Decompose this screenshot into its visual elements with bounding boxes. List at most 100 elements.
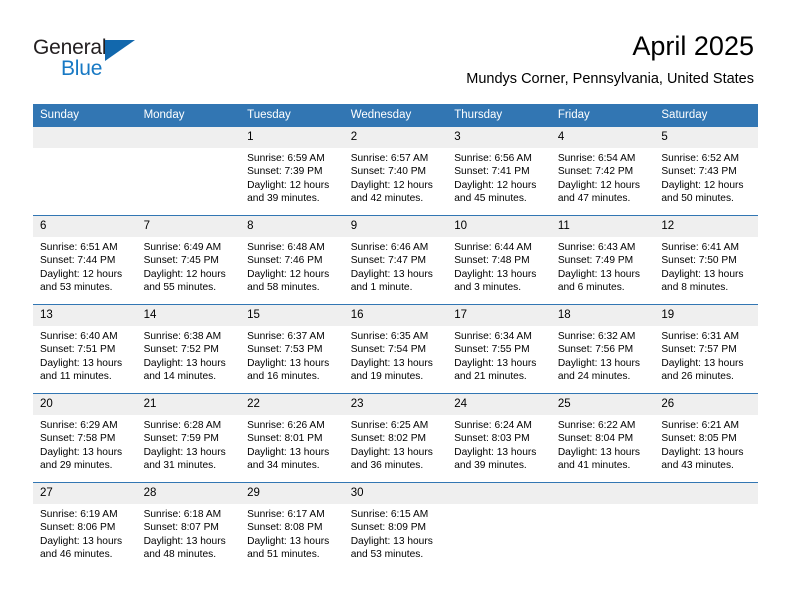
calendar-day-cell[interactable]: 18 Sunrise: 6:32 AM Sunset: 7:56 PM Dayligh… (550, 304, 655, 394)
day-sun-info: Sunrise: 6:44 AM Sunset: 7:48 PM Daylight:… (447, 237, 551, 294)
calendar-day-cell[interactable]: 28 Sunrise: 6:18 AM Sunset: 8:07 PM Dayligh… (136, 482, 241, 572)
day-number: 29 (240, 483, 344, 504)
daylight-text: Daylight: 13 hours and 51 minutes. (247, 535, 330, 560)
calendar-day-cell[interactable]: 9 Sunrise: 6:46 AM Sunset: 7:47 PM Daylight… (343, 215, 448, 305)
calendar-day-cell[interactable]: 23 Sunrise: 6:25 AM Sunset: 8:02 PM Dayligh… (343, 393, 448, 483)
calendar-day-cell[interactable]: 19 Sunrise: 6:31 AM Sunset: 7:57 PM Dayligh… (654, 304, 758, 394)
sunrise-text: Sunrise: 6:34 AM (454, 331, 532, 342)
day-number (447, 483, 551, 504)
calendar-day-cell[interactable]: 8 Sunrise: 6:48 AM Sunset: 7:46 PM Daylight… (240, 215, 344, 305)
daylight-text: Daylight: 12 hours and 45 minutes. (454, 179, 537, 204)
calendar-day-cell[interactable]: 2 Sunrise: 6:57 AM Sunset: 7:40 PM Daylight… (343, 126, 448, 216)
sunset-text: Sunset: 7:54 PM (350, 344, 427, 356)
calendar-day-cell[interactable]: 26 Sunrise: 6:21 AM Sunset: 8:05 PM Dayligh… (654, 393, 758, 483)
calendar-day-cell[interactable]: 22 Sunrise: 6:26 AM Sunset: 8:01 PM Dayligh… (240, 393, 344, 483)
day-number (550, 483, 655, 504)
calendar-day-cell[interactable]: 7 Sunrise: 6:49 AM Sunset: 7:45 PM Daylight… (136, 215, 241, 305)
day-sun-info: Sunrise: 6:22 AM Sunset: 8:04 PM Daylight:… (551, 415, 655, 472)
daylight-text: Daylight: 13 hours and 53 minutes. (350, 535, 433, 560)
calendar-day-cell[interactable]: 27 Sunrise: 6:19 AM Sunset: 8:06 PM Dayligh… (33, 482, 137, 572)
daylight-text: Daylight: 13 hours and 43 minutes. (661, 446, 744, 471)
calendar-week-row: 20 Sunrise: 6:29 AM Sunset: 7:58 PM Dayligh… (33, 393, 758, 483)
calendar-day-cell[interactable]: 6 Sunrise: 6:51 AM Sunset: 7:44 PM Daylight… (33, 215, 137, 305)
daylight-text: Daylight: 13 hours and 39 minutes. (454, 446, 537, 471)
sunrise-text: Sunrise: 6:38 AM (143, 331, 222, 342)
calendar-day-cell[interactable]: 14 Sunrise: 6:38 AM Sunset: 7:52 PM Dayligh… (136, 304, 241, 394)
day-number: 17 (447, 305, 551, 326)
calendar-day-cell[interactable]: 11 Sunrise: 6:43 AM Sunset: 7:49 PM Dayligh… (550, 215, 655, 305)
weekday-header-wednesday: Wednesday (343, 104, 448, 127)
sunrise-text: Sunrise: 6:17 AM (247, 509, 325, 520)
daylight-text: Daylight: 12 hours and 42 minutes. (350, 179, 433, 204)
sunset-text: Sunset: 8:05 PM (661, 433, 737, 445)
sunset-text: Sunset: 7:47 PM (350, 255, 427, 267)
sunrise-sunset-calendar: Sunday Monday Tuesday Wednesday Thursday Frid… (33, 104, 758, 572)
daylight-text: Daylight: 12 hours and 58 minutes. (247, 268, 330, 293)
day-sun-info: Sunrise: 6:25 AM Sunset: 8:02 PM Daylight:… (344, 415, 448, 472)
day-sun-info: Sunrise: 6:34 AM Sunset: 7:55 PM Daylight:… (447, 326, 551, 383)
calendar-day-cell[interactable]: 4 Sunrise: 6:54 AM Sunset: 7:42 PM Daylight… (550, 126, 655, 216)
calendar-day-cell[interactable]: 29 Sunrise: 6:17 AM Sunset: 8:08 PM Dayligh… (240, 482, 344, 572)
calendar-week-row: 27 Sunrise: 6:19 AM Sunset: 8:06 PM Dayligh… (33, 482, 758, 572)
generalblue-logo[interactable]: General Blue (33, 36, 153, 84)
day-number: 2 (343, 127, 448, 148)
sunrise-text: Sunrise: 6:52 AM (661, 153, 739, 164)
day-number: 10 (447, 216, 551, 237)
calendar-day-cell-empty (136, 126, 241, 216)
calendar-day-cell[interactable]: 30 Sunrise: 6:15 AM Sunset: 8:09 PM Dayligh… (343, 482, 448, 572)
weekday-header-thursday: Thursday (447, 104, 551, 127)
weekday-header-monday: Monday (136, 104, 241, 127)
daylight-text: Daylight: 12 hours and 55 minutes. (143, 268, 226, 293)
day-sun-info: Sunrise: 6:32 AM Sunset: 7:56 PM Daylight:… (551, 326, 655, 383)
day-sun-info: Sunrise: 6:48 AM Sunset: 7:46 PM Daylight:… (240, 237, 344, 294)
daylight-text: Daylight: 13 hours and 21 minutes. (454, 357, 537, 382)
sunrise-text: Sunrise: 6:40 AM (40, 331, 118, 342)
calendar-day-cell[interactable]: 20 Sunrise: 6:29 AM Sunset: 7:58 PM Dayligh… (33, 393, 137, 483)
calendar-day-cell[interactable]: 24 Sunrise: 6:24 AM Sunset: 8:03 PM Dayligh… (447, 393, 551, 483)
calendar-day-cell[interactable]: 25 Sunrise: 6:22 AM Sunset: 8:04 PM Dayligh… (550, 393, 655, 483)
daylight-text: Daylight: 13 hours and 1 minute. (350, 268, 433, 293)
day-number: 24 (447, 394, 551, 415)
sunset-text: Sunset: 7:39 PM (247, 166, 323, 178)
sunset-text: Sunset: 7:42 PM (557, 166, 634, 178)
calendar-day-cell-empty (33, 126, 137, 216)
day-number: 19 (654, 305, 758, 326)
sunset-text: Sunset: 7:57 PM (661, 344, 737, 356)
day-sun-info: Sunrise: 6:29 AM Sunset: 7:58 PM Daylight:… (33, 415, 137, 472)
day-number: 7 (136, 216, 241, 237)
sunset-text: Sunset: 7:53 PM (247, 344, 323, 356)
day-number: 18 (550, 305, 655, 326)
calendar-day-cell[interactable]: 10 Sunrise: 6:44 AM Sunset: 7:48 PM Dayligh… (447, 215, 551, 305)
title-block: April 2025 Mundys Corner, Pennsylvania, … (466, 30, 754, 88)
sunset-text: Sunset: 8:01 PM (247, 433, 323, 445)
daylight-text: Daylight: 12 hours and 53 minutes. (40, 268, 123, 293)
daylight-text: Daylight: 13 hours and 34 minutes. (247, 446, 330, 471)
sunrise-text: Sunrise: 6:59 AM (247, 153, 325, 164)
daylight-text: Daylight: 13 hours and 14 minutes. (143, 357, 226, 382)
sunrise-text: Sunrise: 6:35 AM (350, 331, 429, 342)
day-sun-info: Sunrise: 6:17 AM Sunset: 8:08 PM Daylight:… (240, 504, 344, 561)
calendar-day-cell[interactable]: 3 Sunrise: 6:56 AM Sunset: 7:41 PM Daylight… (447, 126, 551, 216)
calendar-day-cell[interactable]: 16 Sunrise: 6:35 AM Sunset: 7:54 PM Dayligh… (343, 304, 448, 394)
day-number: 26 (654, 394, 758, 415)
calendar-day-cell[interactable]: 12 Sunrise: 6:41 AM Sunset: 7:50 PM Dayligh… (654, 215, 758, 305)
calendar-day-cell[interactable]: 1 Sunrise: 6:59 AM Sunset: 7:39 PM Daylight… (240, 126, 344, 216)
page-header: General Blue April 2025 Mundys Corner, P… (0, 0, 792, 100)
calendar-day-cell[interactable]: 15 Sunrise: 6:37 AM Sunset: 7:53 PM Dayligh… (240, 304, 344, 394)
calendar-day-cell[interactable]: 17 Sunrise: 6:34 AM Sunset: 7:55 PM Dayligh… (447, 304, 551, 394)
sunrise-text: Sunrise: 6:41 AM (661, 242, 739, 253)
calendar-week-row: 13 Sunrise: 6:40 AM Sunset: 7:51 PM Dayligh… (33, 304, 758, 394)
day-number: 12 (654, 216, 758, 237)
sunset-text: Sunset: 7:52 PM (143, 344, 219, 356)
location-subtitle: Mundys Corner, Pennsylvania, United Stat… (466, 71, 754, 87)
calendar-day-cell[interactable]: 21 Sunrise: 6:28 AM Sunset: 7:59 PM Dayligh… (136, 393, 241, 483)
calendar-day-cell[interactable]: 5 Sunrise: 6:52 AM Sunset: 7:43 PM Daylight… (654, 126, 758, 216)
day-sun-info: Sunrise: 6:49 AM Sunset: 7:45 PM Daylight:… (137, 237, 241, 294)
daylight-text: Daylight: 13 hours and 26 minutes. (661, 357, 744, 382)
day-number: 1 (240, 127, 344, 148)
daylight-text: Daylight: 13 hours and 3 minutes. (454, 268, 537, 293)
weekday-header-saturday: Saturday (654, 104, 758, 127)
sunset-text: Sunset: 7:43 PM (661, 166, 737, 178)
calendar-day-cell[interactable]: 13 Sunrise: 6:40 AM Sunset: 7:51 PM Dayligh… (33, 304, 137, 394)
sunrise-text: Sunrise: 6:32 AM (557, 331, 636, 342)
